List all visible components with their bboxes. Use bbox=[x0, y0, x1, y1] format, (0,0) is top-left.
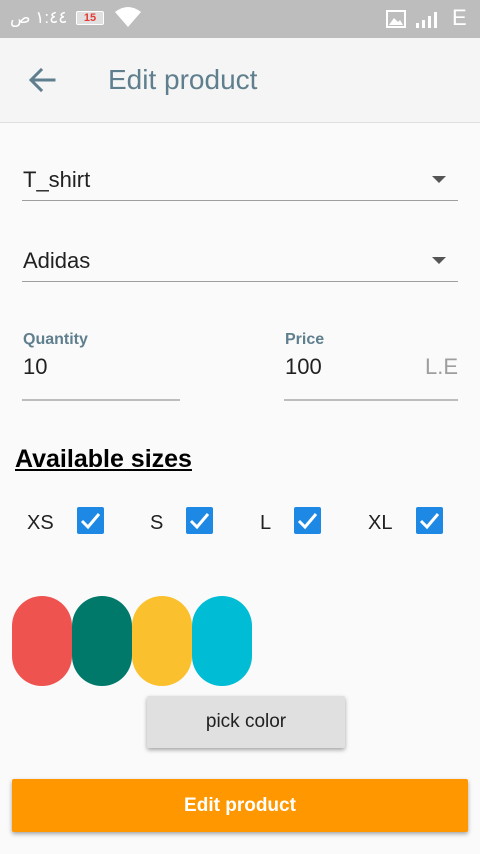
price-field[interactable]: Price 100 L.E bbox=[284, 331, 458, 401]
app-bar: Edit product bbox=[0, 38, 480, 123]
pick-color-button[interactable]: pick color bbox=[147, 696, 345, 748]
price-underline bbox=[284, 399, 458, 401]
size-xl-checkbox[interactable] bbox=[416, 507, 443, 534]
checkmark-icon bbox=[80, 513, 101, 530]
price-input[interactable]: 100 bbox=[285, 354, 322, 380]
available-sizes-heading: Available sizes bbox=[15, 445, 192, 473]
size-label: XL bbox=[368, 512, 393, 534]
quantity-underline bbox=[22, 399, 180, 401]
battery-icon: 15 bbox=[76, 11, 104, 25]
color-swatch-teal[interactable] bbox=[72, 596, 132, 686]
checkmark-icon bbox=[297, 513, 318, 530]
checkmark-icon bbox=[419, 513, 440, 530]
price-currency-suffix: L.E bbox=[424, 354, 458, 379]
size-s-checkbox[interactable] bbox=[186, 507, 213, 534]
color-swatch-cyan[interactable] bbox=[192, 596, 252, 686]
wifi-icon bbox=[115, 7, 141, 27]
quantity-field[interactable]: Quantity 10 bbox=[22, 331, 180, 401]
page-title: Edit product bbox=[108, 64, 258, 95]
signal-icon bbox=[416, 12, 437, 28]
arrow-back-icon[interactable] bbox=[24, 62, 60, 98]
status-bar: ١:٤٤ ص 15 E bbox=[0, 0, 480, 38]
size-label: XS bbox=[27, 512, 54, 534]
color-swatch-red[interactable] bbox=[12, 596, 72, 686]
checkmark-icon bbox=[189, 513, 210, 530]
brand-value: Adidas bbox=[23, 248, 91, 273]
size-xs-checkbox[interactable] bbox=[77, 507, 104, 534]
quantity-input[interactable]: 10 bbox=[23, 354, 47, 380]
status-time: ١:٤٤ ص bbox=[10, 8, 68, 27]
brand-dropdown[interactable]: Adidas bbox=[22, 240, 458, 282]
image-notification-icon bbox=[386, 10, 406, 28]
dropdown-arrow-icon bbox=[432, 257, 446, 264]
size-label: S bbox=[150, 512, 164, 534]
price-label: Price bbox=[285, 331, 325, 348]
quantity-label: Quantity bbox=[23, 331, 88, 348]
network-type-indicator: E bbox=[452, 5, 467, 30]
color-swatch-yellow[interactable] bbox=[132, 596, 192, 686]
size-label: L bbox=[260, 512, 272, 534]
dropdown-arrow-icon bbox=[432, 176, 446, 183]
size-l-checkbox[interactable] bbox=[294, 507, 321, 534]
category-dropdown[interactable]: T_shirt bbox=[22, 159, 458, 201]
category-value: T_shirt bbox=[23, 167, 91, 192]
edit-product-button[interactable]: Edit product bbox=[12, 779, 468, 832]
